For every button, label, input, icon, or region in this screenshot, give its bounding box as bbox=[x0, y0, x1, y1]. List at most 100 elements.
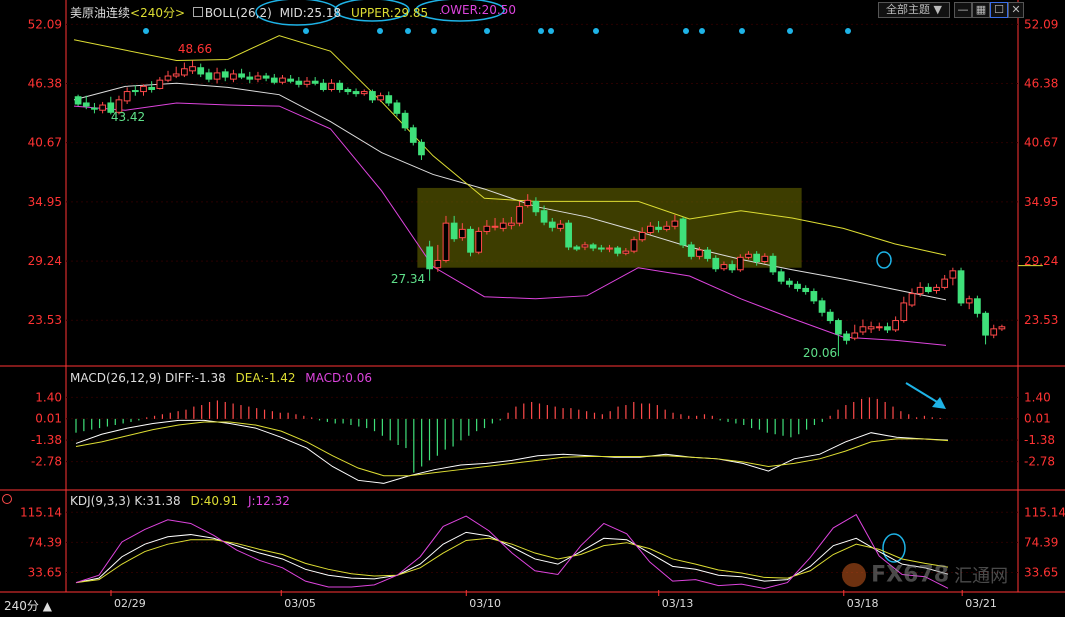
candle-body bbox=[262, 75, 270, 79]
candle bbox=[172, 66, 180, 79]
y-tick-label: 46.38 bbox=[1024, 76, 1058, 90]
candle-body bbox=[884, 326, 891, 331]
candle bbox=[998, 324, 1006, 331]
candle bbox=[303, 77, 311, 88]
instrument-name: 美原油连续 bbox=[70, 6, 131, 20]
candle bbox=[311, 77, 319, 86]
candle-body bbox=[548, 221, 556, 228]
candle bbox=[777, 268, 785, 285]
candle bbox=[467, 226, 474, 257]
period-selector[interactable]: 240分 ▲ bbox=[4, 597, 52, 614]
candle bbox=[328, 79, 335, 92]
candle bbox=[418, 139, 425, 160]
theme-dropdown[interactable]: 全部主题 ▼ bbox=[878, 2, 950, 18]
minimize-icon[interactable]: — bbox=[954, 2, 972, 18]
candle-body bbox=[777, 271, 785, 282]
y-tick-label: 0.01 bbox=[35, 412, 62, 426]
candle-body bbox=[622, 250, 630, 254]
candle-body bbox=[213, 72, 221, 80]
candle-body bbox=[377, 95, 384, 101]
candle bbox=[238, 68, 245, 80]
chart-canvas: 52.09 52.09 46.38 46.38 40.67 40.67 34.95 34.95… bbox=[0, 0, 1065, 610]
event-dot bbox=[538, 28, 544, 34]
candle bbox=[401, 110, 409, 131]
candle-body bbox=[900, 302, 908, 322]
candle-body bbox=[924, 286, 932, 293]
candle bbox=[369, 89, 376, 103]
candle-body bbox=[540, 210, 548, 223]
candle bbox=[197, 63, 205, 78]
candle-body bbox=[369, 91, 376, 101]
candle-body bbox=[965, 298, 973, 304]
macd-value: MACD:0.06 bbox=[305, 371, 373, 385]
candle-body bbox=[82, 102, 90, 107]
candle-body bbox=[859, 326, 867, 333]
candle-body bbox=[409, 127, 417, 143]
candle-body bbox=[990, 328, 998, 336]
event-dot bbox=[787, 28, 793, 34]
candle-body bbox=[655, 226, 662, 230]
candle-body bbox=[679, 218, 687, 246]
annotation-high: 48.66 bbox=[178, 42, 212, 56]
candle-body bbox=[998, 326, 1006, 330]
candle-body bbox=[287, 78, 295, 82]
y-tick-label: 40.67 bbox=[28, 136, 62, 150]
candle-body bbox=[319, 82, 327, 90]
candle bbox=[148, 81, 156, 93]
candle bbox=[859, 319, 867, 336]
y-tick-label: -2.78 bbox=[31, 455, 62, 469]
candle bbox=[377, 92, 384, 102]
candle-body bbox=[826, 311, 834, 322]
candle-body bbox=[385, 95, 393, 104]
candle bbox=[230, 69, 237, 83]
boll-label: BOLL(26,2) bbox=[204, 6, 272, 20]
y-tick-label: 115.14 bbox=[20, 505, 62, 519]
candle-body bbox=[581, 244, 589, 248]
y-tick-label: 40.67 bbox=[1024, 136, 1058, 150]
candle-body bbox=[908, 293, 916, 306]
candle-body bbox=[589, 244, 597, 249]
annotation-circle bbox=[876, 251, 892, 269]
macd-label: MACD(26,12,9) bbox=[70, 371, 162, 385]
candle-body bbox=[785, 280, 793, 285]
y-tick-label: 0.01 bbox=[1024, 412, 1051, 426]
candle-body bbox=[614, 247, 622, 254]
macd-dea: DEA:-1.42 bbox=[235, 371, 296, 385]
candle bbox=[205, 68, 213, 83]
x-tick-label: 02/29 bbox=[114, 597, 146, 610]
candle-body bbox=[336, 82, 344, 90]
kdj-j-line bbox=[75, 513, 949, 590]
candle bbox=[475, 227, 483, 255]
candle-body bbox=[565, 222, 572, 248]
layout-icon[interactable]: ▦ bbox=[972, 2, 990, 18]
candle bbox=[99, 101, 106, 114]
candle-body bbox=[916, 286, 924, 295]
candle-body bbox=[295, 80, 303, 85]
candle bbox=[246, 71, 254, 84]
candle-body bbox=[360, 91, 368, 95]
watermark-cn: 汇通网 bbox=[954, 566, 1009, 587]
candle-body bbox=[221, 71, 229, 78]
theme-label: 全部主题 bbox=[886, 3, 931, 16]
maximize-icon[interactable]: ☐ bbox=[990, 2, 1008, 18]
candle-body bbox=[867, 326, 875, 330]
candle bbox=[91, 102, 98, 114]
candle bbox=[924, 283, 932, 294]
candle bbox=[941, 274, 949, 290]
period-label[interactable]: <240分> bbox=[130, 6, 185, 20]
candle-body bbox=[91, 107, 98, 110]
macd-diff: DIFF:-1.38 bbox=[164, 371, 226, 385]
close-icon[interactable]: ✕ bbox=[1008, 2, 1024, 18]
candle bbox=[679, 216, 687, 249]
candle-body bbox=[434, 259, 442, 269]
candle-body bbox=[516, 206, 523, 224]
candle-body bbox=[524, 199, 532, 207]
highlight-region bbox=[417, 187, 802, 268]
settings-dot-icon[interactable] bbox=[2, 494, 12, 504]
candle bbox=[892, 316, 899, 332]
candle-body bbox=[974, 298, 981, 314]
boll-lower: LOWER:20.50 bbox=[440, 3, 516, 17]
candle-body bbox=[311, 80, 319, 84]
candle-body bbox=[148, 86, 156, 90]
candle-body bbox=[728, 264, 736, 271]
